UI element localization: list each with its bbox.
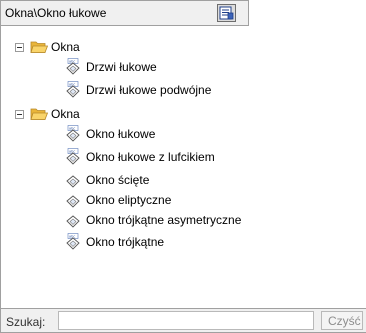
tree-group-label: Okna bbox=[51, 40, 80, 54]
svg-text:abc: abc bbox=[69, 235, 75, 239]
tree-item-label: Okno łukowe bbox=[86, 127, 156, 141]
tree-item-label: Okno łukowe z lufcikiem bbox=[86, 150, 215, 164]
tree-item-label: Drzwi łukowe bbox=[86, 60, 157, 74]
tree-item-label: Okno trójkątne bbox=[86, 235, 165, 249]
search-input[interactable] bbox=[58, 311, 314, 330]
search-bar: Szukaj: Czyść bbox=[0, 308, 366, 333]
tree-item[interactable]: abc Okno trójkątne bbox=[63, 233, 164, 251]
tree-item-label: Okno trójkątne asymetryczne bbox=[86, 213, 242, 227]
tree-node-group[interactable]: Okna bbox=[15, 38, 80, 56]
window-item-icon: abc bbox=[66, 125, 80, 142]
svg-text:abc: abc bbox=[69, 150, 75, 154]
tree-group-label: Okna bbox=[51, 107, 80, 121]
window-item-icon bbox=[66, 215, 80, 228]
folder-open-icon bbox=[30, 41, 48, 53]
window-item-icon bbox=[66, 195, 80, 208]
tree-item[interactable]: abc Drzwi łukowe bbox=[63, 58, 157, 76]
tree-item[interactable]: Okno trójkątne asymetryczne bbox=[63, 211, 241, 229]
window-item-icon: abc bbox=[66, 233, 80, 250]
folder-open-icon bbox=[30, 108, 48, 120]
save-list-icon bbox=[219, 6, 234, 20]
svg-text:abc: abc bbox=[69, 127, 75, 131]
window-item-icon: abc bbox=[66, 148, 80, 165]
clear-button[interactable]: Czyść bbox=[321, 311, 363, 330]
tree-node-group[interactable]: Okna bbox=[15, 105, 80, 123]
panel-header: Okna\Okno łukowe bbox=[0, 0, 249, 26]
window-item-icon bbox=[66, 175, 80, 188]
header-action-button[interactable] bbox=[217, 4, 236, 22]
tree-item[interactable]: abc Drzwi łukowe podwójne bbox=[63, 81, 211, 99]
breadcrumb: Okna\Okno łukowe bbox=[5, 6, 107, 20]
tree-item[interactable]: abc Okno łukowe z lufcikiem bbox=[63, 148, 215, 166]
search-label: Szukaj: bbox=[6, 315, 46, 329]
window-item-icon: abc bbox=[66, 81, 80, 98]
tree-item[interactable]: abc Okno łukowe bbox=[63, 125, 155, 143]
tree-item-label: Drzwi łukowe podwójne bbox=[86, 83, 212, 97]
collapse-toggle-icon[interactable] bbox=[15, 42, 24, 52]
collapse-toggle-icon[interactable] bbox=[15, 109, 24, 119]
tree-item-label: Okno ścięte bbox=[86, 173, 150, 187]
window-item-icon: abc bbox=[66, 58, 80, 75]
category-tree: Okna abc Drzwi łukowe abc Drzwi łukowe p… bbox=[0, 26, 366, 308]
tree-item-label: Okno eliptyczne bbox=[86, 193, 172, 207]
svg-text:abc: abc bbox=[69, 60, 75, 64]
tree-item[interactable]: Okno ścięte bbox=[63, 171, 149, 189]
svg-text:abc: abc bbox=[69, 83, 75, 87]
tree-item[interactable]: Okno eliptyczne bbox=[63, 191, 171, 209]
